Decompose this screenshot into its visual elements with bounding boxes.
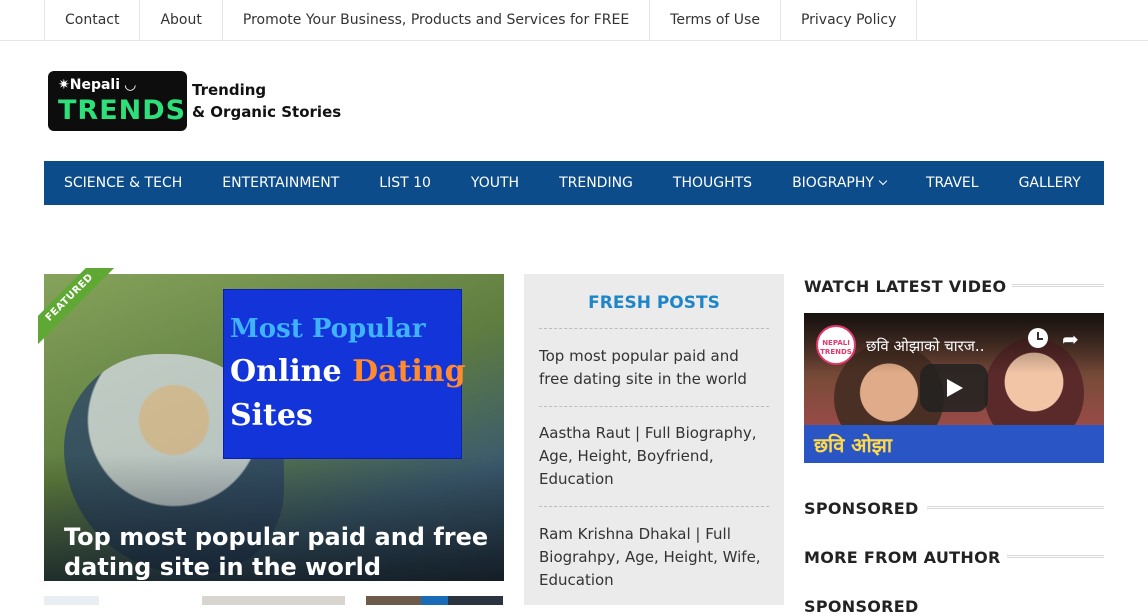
- post-thumbnail[interactable]: [202, 596, 345, 605]
- channel-avatar[interactable]: NEPALI TRENDS: [816, 325, 856, 365]
- sponsored-heading-2: SPONSORED: [804, 597, 919, 616]
- fresh-post-item[interactable]: Ram Krishna Dhakal | Full Biograhpy, Age…: [539, 523, 769, 592]
- post-thumbnail[interactable]: [44, 596, 99, 605]
- top-nav-about[interactable]: About: [139, 0, 221, 40]
- watch-later-icon[interactable]: [1028, 328, 1048, 348]
- top-nav-promote[interactable]: Promote Your Business, Products and Serv…: [221, 0, 649, 40]
- nav-travel[interactable]: TRAVEL: [906, 161, 999, 205]
- video-title[interactable]: छवि ओझाको चारज..: [866, 336, 984, 356]
- fresh-post-item[interactable]: Top most popular paid and free dating si…: [539, 345, 769, 391]
- fresh-posts-heading: FRESH POSTS: [588, 293, 720, 313]
- featured-title[interactable]: Top most popular paid and free dating si…: [64, 522, 494, 581]
- featured-ribbon: FEATURED: [38, 268, 116, 346]
- play-icon[interactable]: [920, 364, 988, 412]
- divider: [539, 328, 769, 329]
- logo-brand-main: TRENDS: [58, 95, 187, 126]
- nav-gallery[interactable]: GALLERY: [999, 161, 1101, 205]
- divider: [539, 506, 769, 507]
- image-text-line3: Sites: [230, 398, 313, 433]
- nav-thoughts[interactable]: THOUGHTS: [653, 161, 772, 205]
- nav-entertainment[interactable]: ENTERTAINMENT: [202, 161, 359, 205]
- logo-tagline-2: & Organic Stories: [192, 103, 342, 121]
- divider: [539, 406, 769, 407]
- heading-rule: [1007, 555, 1104, 558]
- chevron-down-icon: [878, 176, 888, 186]
- nav-list-10[interactable]: LIST 10: [359, 161, 451, 205]
- more-from-author-heading: MORE FROM AUTHOR: [804, 548, 1001, 567]
- post-thumbnail[interactable]: [366, 596, 503, 605]
- nav-biography[interactable]: BIOGRAPHY: [772, 161, 906, 205]
- logo-brand-top: ✷Nepali ◡: [58, 77, 136, 93]
- nav-youth[interactable]: YOUTH: [451, 161, 539, 205]
- sponsored-heading: SPONSORED: [804, 499, 919, 518]
- nav-biography-label: BIOGRAPHY: [792, 175, 874, 191]
- top-nav: Contact About Promote Your Business, Pro…: [44, 0, 918, 40]
- image-text-line1: Most Popular: [230, 314, 426, 344]
- watch-video-heading: WATCH LATEST VIDEO: [804, 277, 1007, 296]
- nav-science-tech[interactable]: SCIENCE & TECH: [44, 161, 202, 205]
- logo-tagline-1: Trending: [192, 81, 267, 99]
- video-player[interactable]: छवि ओझा NEPALI TRENDS छवि ओझाको चारज.. ➦: [804, 313, 1104, 463]
- nav-trending[interactable]: TRENDING: [539, 161, 653, 205]
- video-overlay-text: छवि ओझा: [814, 433, 893, 457]
- featured-badge: FEATURED: [38, 268, 116, 346]
- logo-mark: ✷Nepali ◡ TRENDS: [48, 71, 187, 131]
- logo-tagline: Trending & Organic Stories: [192, 79, 341, 123]
- site-logo[interactable]: ✷Nepali ◡ TRENDS Trending & Organic Stor…: [48, 71, 341, 131]
- image-text-line2: Online Dating: [230, 354, 466, 389]
- top-bar: Contact About Promote Your Business, Pro…: [0, 0, 1148, 41]
- heading-rule: [1012, 284, 1104, 287]
- share-icon[interactable]: ➦: [1062, 327, 1079, 351]
- heading-rule: [927, 506, 1104, 509]
- fresh-posts-widget: FRESH POSTS Top most popular paid and fr…: [524, 274, 784, 605]
- top-nav-contact[interactable]: Contact: [44, 0, 139, 40]
- eye-icon: ◡: [124, 77, 136, 93]
- top-nav-terms[interactable]: Terms of Use: [649, 0, 780, 40]
- top-nav-privacy[interactable]: Privacy Policy: [779, 0, 918, 40]
- main-nav: SCIENCE & TECH ENTERTAINMENT LIST 10 YOU…: [44, 161, 1104, 205]
- featured-image-card: Most Popular Online Dating Sites: [223, 289, 466, 459]
- fresh-post-item[interactable]: Aastha Raut | Full Biography, Age, Heigh…: [539, 422, 769, 491]
